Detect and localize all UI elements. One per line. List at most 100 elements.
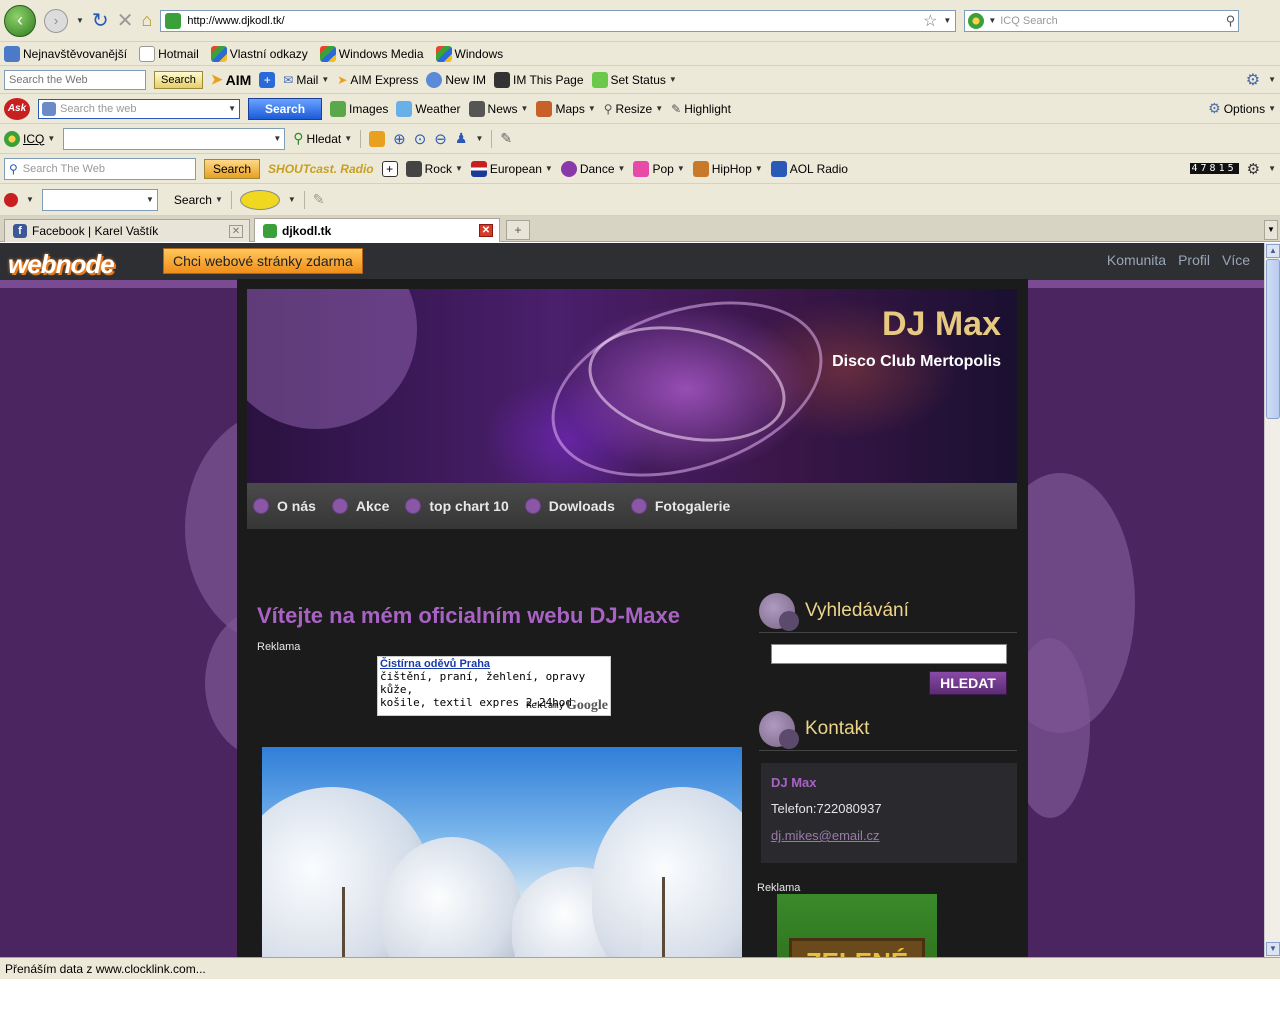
highlight-pen-icon: ✎	[671, 101, 682, 116]
search-magnifier-icon[interactable]: ⚲	[1226, 13, 1236, 29]
sidebar-search-input[interactable]	[771, 644, 1007, 664]
webnode-nav-community[interactable]: Komunita	[1107, 252, 1166, 268]
home-icon[interactable]: ⌂	[141, 10, 152, 31]
menu-item-top-chart[interactable]: top chart 10	[405, 498, 509, 514]
aim-running-man-icon: ➤	[210, 71, 223, 87]
sidebar-search-button[interactable]: HLEDAT	[929, 671, 1007, 695]
aim-search-input[interactable]	[4, 69, 146, 90]
dance-disc-icon	[560, 160, 577, 177]
url-dropdown-icon[interactable]: ▼	[943, 16, 951, 25]
icq-tool-icon[interactable]	[369, 130, 386, 147]
icq-find[interactable]: ⚲ Hledat ▼	[293, 130, 352, 147]
close-tab-icon[interactable]: ✕	[479, 224, 493, 237]
ask-highlight[interactable]: ✎ Highlight	[671, 102, 731, 116]
stop-icon[interactable]: ✕	[117, 8, 134, 33]
webnode-logo[interactable]: webnode	[8, 249, 115, 280]
site-title[interactable]: DJ Max	[882, 305, 1001, 344]
scroll-thumb[interactable]	[1266, 259, 1280, 419]
radio-european[interactable]: European ▼	[470, 160, 553, 177]
misc-search-combo[interactable]: ▼	[41, 188, 158, 211]
aim-new-im[interactable]: New IM	[426, 71, 486, 88]
aim-mail[interactable]: ✉ Mail ▼	[283, 73, 329, 87]
google-ad[interactable]: Čistírna oděvů Praha čištění, praní, žeh…	[377, 656, 611, 716]
news-icon	[468, 100, 485, 117]
new-tab-button[interactable]: +	[506, 220, 530, 240]
webnode-nav-more[interactable]: Více	[1222, 252, 1250, 268]
ad-title-link[interactable]: Čistírna oděvů Praha	[380, 658, 608, 670]
radio-rock[interactable]: Rock ▼	[405, 160, 463, 177]
tab-list-dropdown[interactable]: ▼	[1264, 220, 1278, 240]
bookmark-hotmail[interactable]: Hotmail	[139, 45, 199, 62]
icq-flower-icon[interactable]	[968, 12, 985, 29]
ask-maps[interactable]: Maps ▼	[536, 100, 596, 117]
radio-search-box[interactable]: ⚲ Search The Web	[4, 157, 196, 180]
radio-dance[interactable]: Dance ▼	[560, 160, 625, 177]
bookmark-custom-links[interactable]: Vlastní odkazy	[210, 45, 308, 62]
radio-search-button[interactable]: Search	[204, 158, 261, 179]
reload-icon[interactable]: ↻	[92, 8, 109, 33]
aol-radio-icon	[770, 160, 787, 177]
shoutcast-logo[interactable]: SHOUTcast. Radio	[268, 162, 374, 176]
history-dropdown-icon[interactable]: ▼	[76, 16, 84, 25]
ask-options[interactable]: ⚙ Options ▼	[1208, 100, 1276, 117]
add-icon[interactable]: +	[259, 71, 276, 88]
menu-item-gallery[interactable]: Fotogalerie	[630, 498, 730, 514]
bookmark-windows-media[interactable]: Windows Media	[319, 45, 424, 62]
bookmark-windows[interactable]: Windows	[435, 45, 503, 62]
aim-im-this-page[interactable]: IM This Page	[494, 71, 584, 88]
maps-icon	[536, 100, 553, 117]
radio-add-icon[interactable]: +	[381, 160, 398, 177]
icq-menu[interactable]: ICQ ▼	[4, 130, 55, 147]
scroll-up-icon[interactable]: ▲	[1266, 244, 1280, 258]
tab-djkodl[interactable]: djkodl.tk ✕	[254, 218, 500, 242]
misc-search-button[interactable]: Search ▼	[174, 193, 223, 207]
zoom-fit-icon[interactable]: ⊙	[414, 130, 427, 148]
zoom-out-icon[interactable]: ⊖	[434, 130, 447, 148]
radio-aol[interactable]: AOL Radio	[770, 160, 848, 177]
zoom-in-icon[interactable]: ⊕	[393, 130, 406, 148]
icq-pen-icon[interactable]: ✎	[500, 130, 512, 147]
ask-search-box[interactable]: Search the web ▼	[38, 98, 240, 119]
icq-search-combo[interactable]: ▼	[63, 127, 286, 150]
icq-user-icon[interactable]: ♟	[455, 130, 468, 147]
aim-search-button[interactable]: Search	[154, 70, 203, 89]
aim-logo[interactable]: ➤ AIM	[211, 71, 251, 88]
vertical-scrollbar[interactable]: ▲ ▼	[1264, 243, 1280, 957]
back-button[interactable]: ‹	[4, 4, 36, 37]
radio-pop[interactable]: Pop ▼	[633, 160, 685, 177]
ask-resize[interactable]: ⚲ Resize ▼	[604, 102, 663, 116]
url-text: http://www.djkodl.tk/	[187, 14, 285, 27]
site-header-banner: DJ Max Disco Club Mertopolis	[247, 289, 1017, 483]
url-bar[interactable]: http://www.djkodl.tk/ ☆ ▼	[160, 9, 957, 32]
bookmark-most-visited[interactable]: Nejnavštěvovanější	[4, 45, 127, 62]
close-tab-icon[interactable]: ✕	[229, 225, 243, 238]
radio-hiphop[interactable]: HipHop ▼	[692, 160, 763, 177]
ad-footer[interactable]: Reklamy Google	[526, 698, 608, 714]
search-box[interactable]: ▼ ICQ Search ⚲	[964, 9, 1240, 32]
forward-button[interactable]: ›	[44, 8, 68, 33]
aim-settings-gear-icon[interactable]: ⚙	[1246, 70, 1260, 90]
webnode-nav-profile[interactable]: Profil	[1178, 252, 1210, 268]
ask-news[interactable]: News ▼	[468, 100, 528, 117]
sidebar-ad-image[interactable]: ZELENÉ	[777, 894, 937, 957]
menu-bullet-icon	[405, 498, 422, 514]
tab-facebook[interactable]: f Facebook | Karel Vaštík ✕	[4, 219, 250, 242]
googly-eyes-icon[interactable]	[239, 189, 280, 210]
ask-logo-icon[interactable]: Ask	[4, 97, 30, 120]
icq-toolbar: ICQ ▼ ▼ ⚲ Hledat ▼ ⊕ ⊙ ⊖ ♟ ▼ ✎	[0, 124, 1280, 154]
ladybug-icon[interactable]	[4, 192, 18, 207]
aim-express[interactable]: ➤ AIM Express	[337, 73, 418, 87]
menu-item-events[interactable]: Akce	[331, 498, 389, 514]
ask-search-button[interactable]: Search	[248, 97, 323, 120]
bookmark-star-icon[interactable]: ☆	[923, 11, 937, 31]
webnode-cta-button[interactable]: Chci webové stránky zdarma	[163, 248, 363, 274]
radio-settings-gear-icon[interactable]: ⚙	[1247, 160, 1260, 178]
aim-set-status[interactable]: Set Status ▼	[591, 71, 677, 88]
misc-pen-icon[interactable]: ✎	[313, 191, 325, 208]
menu-item-downloads[interactable]: Dowloads	[524, 498, 615, 514]
menu-item-about[interactable]: O nás	[253, 498, 316, 514]
scroll-down-icon[interactable]: ▼	[1266, 942, 1280, 956]
contact-email-link[interactable]: dj.mikes@email.cz	[771, 828, 1007, 843]
ask-weather[interactable]: Weather	[396, 100, 461, 117]
ask-images[interactable]: Images	[330, 100, 388, 117]
